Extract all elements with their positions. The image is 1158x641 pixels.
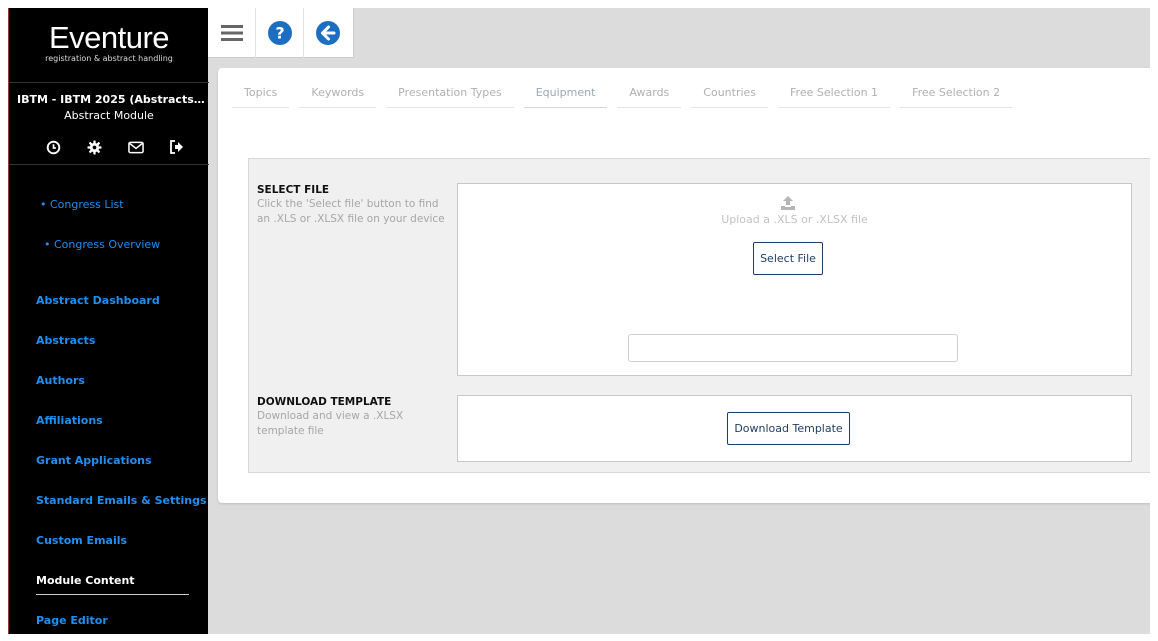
- sidebar-item-abstract-dashboard[interactable]: Abstract Dashboard: [36, 294, 160, 307]
- sidebar-icon-bar: [45, 139, 185, 155]
- back-icon: [316, 21, 340, 45]
- upload-icon: [781, 196, 795, 210]
- sidebar-item-grant-applications[interactable]: Grant Applications: [36, 454, 152, 467]
- tab-free-selection-1[interactable]: Free Selection 1: [778, 82, 891, 108]
- download-template-title: DOWNLOAD TEMPLATE: [257, 396, 392, 408]
- menu-icon: [220, 25, 243, 41]
- sidebar-divider: [9, 164, 209, 165]
- content-panel: Topics Keywords Presentation Types Equip…: [218, 68, 1150, 503]
- back-button[interactable]: [304, 8, 352, 58]
- congress-title: IBTM - IBTM 2025 (Abstracts & Partnershi…: [17, 93, 209, 106]
- tab-topics[interactable]: Topics: [232, 82, 290, 108]
- select-file-title: SELECT FILE: [257, 184, 330, 196]
- logo-title: Eventure: [48, 20, 170, 55]
- logo-subtitle: registration & abstract handling: [45, 54, 173, 63]
- sidebar-item-standard-emails[interactable]: Standard Emails & Settings: [36, 494, 207, 507]
- sidebar-item-page-editor[interactable]: Page Editor: [36, 614, 108, 627]
- clock-icon[interactable]: [45, 139, 61, 155]
- sidebar-item-affiliations[interactable]: Affiliations: [36, 414, 103, 427]
- help-button[interactable]: ?: [256, 8, 304, 58]
- gear-icon[interactable]: [86, 139, 102, 155]
- upload-box: Upload a .XLS or .XLSX file Select File: [457, 183, 1132, 376]
- sidebar-item-authors[interactable]: Authors: [36, 374, 85, 387]
- help-icon: ?: [267, 21, 292, 45]
- download-template-button[interactable]: Download Template: [727, 412, 850, 445]
- congress-list-link[interactable]: • Congress List: [40, 198, 124, 211]
- download-box: Download Template: [457, 395, 1132, 462]
- import-section: SELECT FILE Click the 'Select file' butt…: [248, 158, 1150, 473]
- congress-overview-link[interactable]: • Congress Overview: [44, 238, 160, 251]
- app-frame: Eventure registration & abstract handlin…: [8, 8, 1150, 634]
- module-title: Abstract Module: [64, 109, 154, 122]
- sidebar-item-abstracts[interactable]: Abstracts: [36, 334, 95, 347]
- tab-awards[interactable]: Awards: [617, 82, 682, 108]
- select-file-description: Click the 'Select file' button to find a…: [257, 198, 445, 225]
- sidebar-divider: [9, 82, 209, 83]
- top-toolbar: ?: [208, 8, 354, 58]
- download-template-description: Download and view a .XLSX template file: [257, 410, 404, 437]
- tab-countries[interactable]: Countries: [691, 82, 769, 108]
- logo: Eventure registration & abstract handlin…: [9, 20, 209, 64]
- sidebar-item-custom-emails[interactable]: Custom Emails: [36, 534, 127, 547]
- tab-equipment[interactable]: Equipment: [523, 82, 608, 108]
- svg-text:?: ?: [275, 24, 284, 43]
- active-item-underline: [36, 594, 189, 595]
- sidebar: Eventure registration & abstract handlin…: [8, 8, 209, 634]
- download-template-label-block: DOWNLOAD TEMPLATE Download and view a .X…: [257, 396, 452, 439]
- menu-button[interactable]: [208, 8, 256, 58]
- content-tabs: Topics Keywords Presentation Types Equip…: [232, 82, 1022, 108]
- selected-file-field[interactable]: [628, 334, 958, 362]
- sign-out-icon[interactable]: [169, 139, 185, 155]
- tab-keywords[interactable]: Keywords: [299, 82, 377, 108]
- upload-hint: Upload a .XLS or .XLSX file: [721, 213, 868, 226]
- envelope-icon[interactable]: [127, 139, 144, 155]
- select-file-label-block: SELECT FILE Click the 'Select file' butt…: [257, 184, 452, 227]
- sidebar-item-module-content[interactable]: Module Content: [36, 574, 135, 587]
- tab-presentation-types[interactable]: Presentation Types: [386, 82, 514, 108]
- select-file-button[interactable]: Select File: [753, 242, 823, 275]
- tab-free-selection-2[interactable]: Free Selection 2: [900, 82, 1013, 108]
